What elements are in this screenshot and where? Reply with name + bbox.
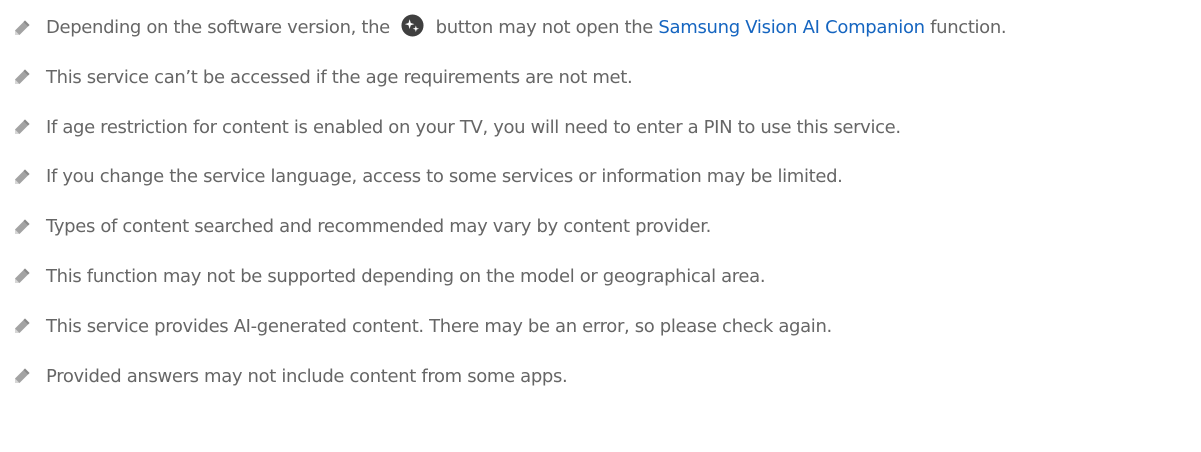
pencil-icon [15, 69, 30, 85]
note-text: This service can’t be accessed if the ag… [46, 66, 633, 88]
note-text-after: function. [930, 17, 1007, 38]
pencil-icon [15, 20, 30, 35]
note-item: If you change the service language, acce… [0, 161, 1201, 192]
pencil-icon [15, 219, 30, 234]
note-item: This service provides AI-generated conte… [0, 311, 1201, 342]
pencil-icon [15, 169, 30, 184]
note-text: Provided answers may not include content… [46, 365, 568, 387]
ai-companion-button-icon [401, 14, 424, 37]
note-item: Depending on the software version, the b… [0, 12, 1201, 43]
note-item: Provided answers may not include content… [0, 361, 1201, 392]
note-text: Depending on the software version, the b… [46, 12, 1007, 43]
note-text-before: Depending on the software version, the [46, 17, 390, 38]
note-text: If age restriction for content is enable… [46, 116, 901, 138]
pencil-icon [15, 119, 30, 135]
note-text: This service provides AI-generated conte… [46, 315, 832, 337]
pencil-icon [15, 268, 30, 284]
pencil-icon [15, 368, 30, 384]
note-text: If you change the service language, acce… [46, 166, 843, 188]
note-item: Types of content searched and recommende… [0, 211, 1201, 242]
samsung-vision-ai-companion-link[interactable]: Samsung Vision AI Companion [658, 17, 925, 38]
note-list: Depending on the software version, the b… [0, 12, 1201, 392]
note-text-middle: button may not open the [435, 17, 654, 38]
note-item: If age restriction for content is enable… [0, 112, 1201, 143]
note-item: This service can’t be accessed if the ag… [0, 62, 1201, 93]
pencil-icon [15, 318, 30, 334]
note-item: This function may not be supported depen… [0, 261, 1201, 292]
note-text: Types of content searched and recommende… [46, 216, 711, 238]
note-text: This function may not be supported depen… [46, 265, 766, 287]
